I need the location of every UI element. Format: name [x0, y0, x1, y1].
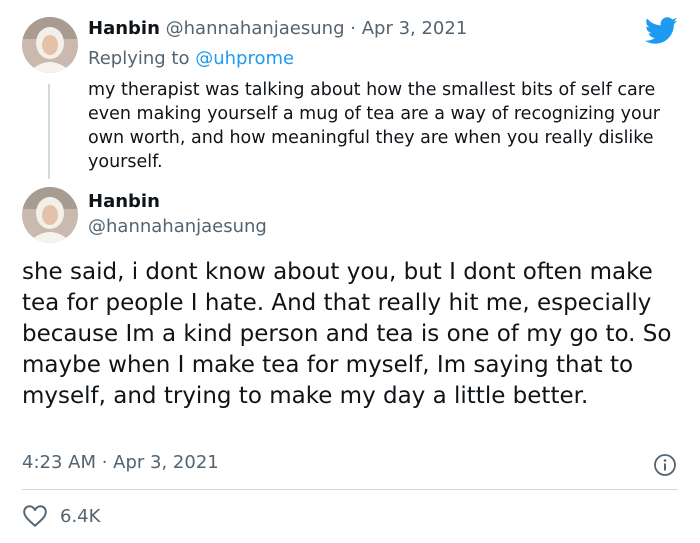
info-icon[interactable]	[653, 453, 677, 477]
reply-author-avatar[interactable]	[22, 17, 78, 73]
reply-author-handle[interactable]: @hannahanjaesung	[166, 18, 345, 39]
like-button[interactable]: 6.4K	[22, 504, 100, 528]
main-author-name[interactable]: Hanbin	[88, 191, 160, 212]
reply-author-name[interactable]: Hanbin	[88, 18, 160, 39]
thread-connector-line	[48, 84, 50, 179]
heart-icon	[22, 504, 48, 528]
main-author-avatar[interactable]	[22, 187, 78, 243]
replying-to-line: Replying to @uhprome	[88, 48, 294, 69]
reply-header: Hanbin @hannahanjaesung · Apr 3, 2021	[88, 18, 467, 39]
main-author-handle[interactable]: @hannahanjaesung	[88, 216, 267, 237]
main-tweet-text: she said, i dont know about you, but I d…	[22, 259, 672, 409]
tweet-timestamp[interactable]: 4:23 AM · Apr 3, 2021	[22, 452, 219, 473]
reply-tweet-text: my therapist was talking about how the s…	[88, 80, 660, 172]
replying-to-handle-link[interactable]: @uhprome	[195, 48, 294, 69]
like-count: 6.4K	[60, 505, 101, 527]
reply-separator: ·	[350, 18, 356, 39]
reply-date[interactable]: Apr 3, 2021	[362, 18, 468, 39]
footer-divider	[22, 489, 678, 490]
twitter-bird-icon[interactable]	[644, 17, 678, 45]
replying-to-prefix: Replying to	[88, 48, 190, 69]
